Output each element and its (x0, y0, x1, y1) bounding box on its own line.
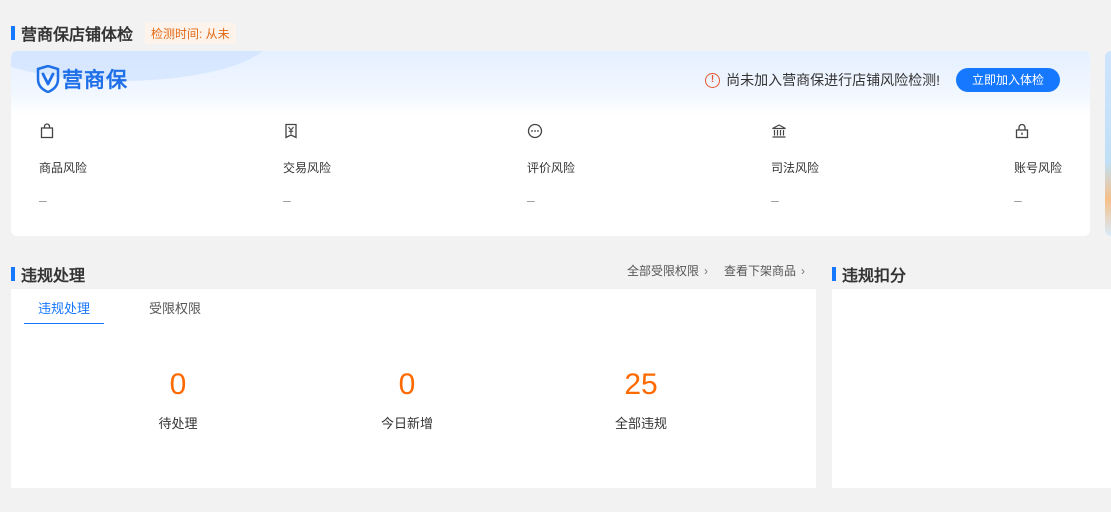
risk-value: – (39, 192, 47, 208)
deduction-header: 违规扣分 (832, 262, 906, 286)
court-building-icon (772, 124, 786, 138)
section-marker (832, 267, 836, 281)
risk-label: 交易风险 (283, 161, 332, 175)
risk-value: – (1014, 192, 1022, 208)
health-check-title: 营商保店铺体检 (21, 27, 134, 44)
deduction-card (832, 289, 1111, 488)
yuan-receipt-icon (285, 123, 297, 139)
risk-label: 商品风险 (39, 161, 88, 175)
risk-item-account[interactable]: 账号风险 – (1014, 123, 1084, 208)
violation-header-links: 全部受限权限 › 查看下架商品 › (627, 262, 805, 279)
risk-label: 账号风险 (1014, 161, 1063, 175)
tab-violation-handling[interactable]: 违规处理 (24, 289, 104, 324)
chat-bubble-icon (527, 123, 543, 139)
risk-item-review[interactable]: 评价风险 – (527, 123, 647, 208)
link-label: 全部受限权限 (627, 264, 700, 278)
risk-value: – (527, 192, 535, 208)
chevron-right-icon: › (801, 263, 806, 278)
shield-v-icon (36, 65, 60, 93)
join-notice: ! 尚未加入营商保进行店铺风险检测! 立即加入体检 (705, 68, 1060, 92)
health-check-banner: 营商保 ! 尚未加入营商保进行店铺风险检测! 立即加入体检 (11, 51, 1090, 115)
lock-icon (1015, 123, 1029, 139)
violation-card: 违规处理 受限权限 0 待处理 0 今日新增 25 全部违规 (11, 289, 816, 488)
stat-label: 今日新增 (380, 416, 433, 431)
stat-pending[interactable]: 0 待处理 (118, 365, 238, 432)
chevron-right-icon: › (704, 263, 709, 278)
stat-value: 0 (398, 368, 416, 401)
view-delisted-goods-link[interactable]: 查看下架商品 › (724, 262, 805, 279)
stat-all-violations[interactable]: 25 全部违规 (581, 365, 701, 432)
violation-title: 违规处理 (21, 268, 86, 285)
tab-restricted-permissions[interactable]: 受限权限 (149, 289, 201, 324)
page: 营商保店铺体检 检测时间: 从未 营商保 ! 尚未加入营商保进行店铺风险检测! … (0, 0, 1111, 512)
stat-label: 全部违规 (614, 416, 667, 431)
notice-text: 尚未加入营商保进行店铺风险检测! (726, 72, 940, 88)
section-marker (11, 26, 15, 40)
risk-item-trade[interactable]: 交易风险 – (283, 123, 403, 208)
stat-value: 25 (624, 368, 658, 401)
exclamation-circle-icon: ! (705, 72, 721, 88)
shopping-bag-icon (40, 123, 54, 139)
logo-text: 营商保 (62, 69, 128, 92)
risk-label: 评价风险 (527, 161, 576, 175)
yingshangbao-logo: 营商保 (36, 64, 128, 94)
link-label: 查看下架商品 (724, 264, 797, 278)
deduction-title: 违规扣分 (842, 268, 907, 285)
violation-tabs: 违规处理 受限权限 (24, 289, 201, 324)
stat-today-new[interactable]: 0 今日新增 (347, 365, 467, 432)
risk-value: – (771, 192, 779, 208)
stat-value: 0 (169, 368, 187, 401)
risk-item-goods[interactable]: 商品风险 – (39, 123, 159, 208)
violation-header: 违规处理 (11, 262, 85, 286)
risk-value: – (283, 192, 291, 208)
section-marker (11, 267, 15, 281)
check-time-badge: 检测时间: 从未 (145, 22, 236, 44)
risk-label: 司法风险 (771, 161, 820, 175)
health-check-card: 营商保 ! 尚未加入营商保进行店铺风险检测! 立即加入体检 商品风险 – 交易风… (11, 51, 1090, 236)
stat-label: 待处理 (158, 416, 198, 431)
risk-item-judicial[interactable]: 司法风险 – (771, 123, 891, 208)
health-check-header: 营商保店铺体检 检测时间: 从未 (11, 21, 236, 45)
side-panel-peek[interactable] (1105, 51, 1111, 236)
join-check-button[interactable]: 立即加入体检 (955, 68, 1060, 92)
all-restricted-permissions-link[interactable]: 全部受限权限 › (627, 262, 708, 279)
